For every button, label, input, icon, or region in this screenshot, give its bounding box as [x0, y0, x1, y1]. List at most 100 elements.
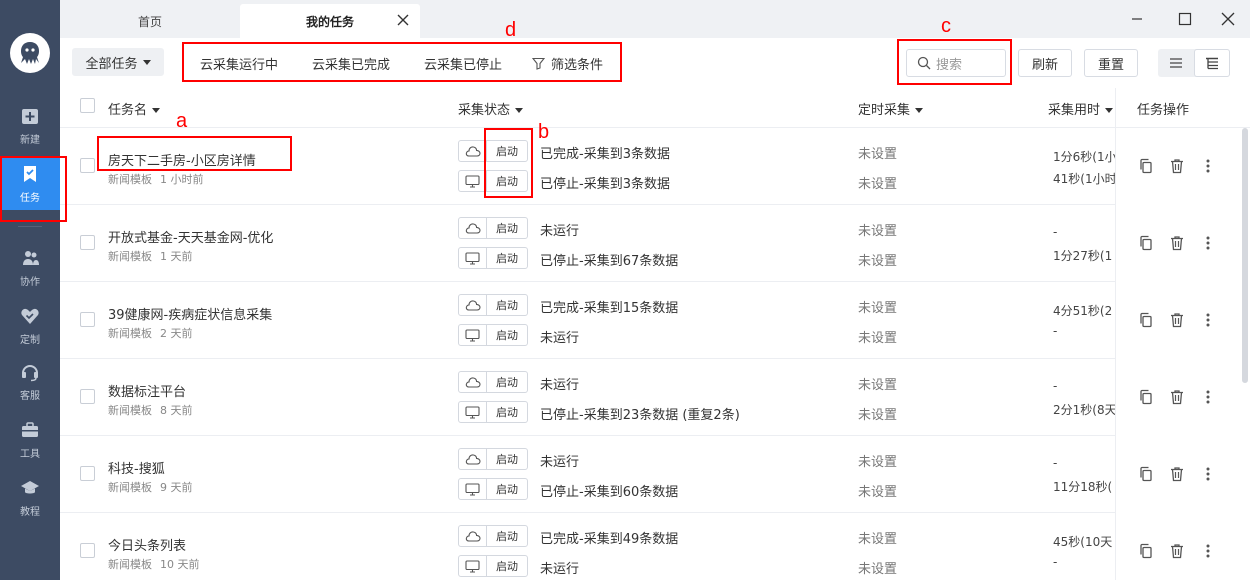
delete-task-button[interactable]: [1168, 311, 1186, 329]
header-status[interactable]: 采集状态: [458, 99, 524, 118]
cloud-start-button[interactable]: 启动: [487, 295, 527, 315]
cloud-status: 未运行: [540, 455, 580, 470]
local-duration: -: [1053, 324, 1058, 338]
copy-task-button[interactable]: [1137, 388, 1155, 406]
cloud-schedule[interactable]: 未设置: [858, 451, 897, 470]
row-checkbox[interactable]: [80, 312, 95, 327]
local-schedule[interactable]: 未设置: [858, 173, 897, 192]
minimize-button[interactable]: [1126, 8, 1148, 30]
more-vertical-icon: [1206, 544, 1210, 558]
annotation-label-d: d: [505, 19, 517, 41]
tab-home[interactable]: 首页: [110, 4, 190, 38]
vertical-scrollbar[interactable]: [1242, 128, 1248, 383]
local-schedule[interactable]: 未设置: [858, 481, 897, 500]
task-meta: 新闻模板 1 小时前: [108, 171, 204, 187]
cloud-schedule[interactable]: 未设置: [858, 297, 897, 316]
copy-task-button[interactable]: [1137, 542, 1155, 560]
cloud-schedule[interactable]: 未设置: [858, 528, 897, 547]
delete-task-button[interactable]: [1168, 234, 1186, 252]
local-schedule[interactable]: 未设置: [858, 558, 897, 577]
local-start-button[interactable]: 启动: [487, 479, 527, 499]
tab-my-tasks-label: 我的任务: [305, 14, 354, 29]
more-actions-button[interactable]: [1199, 311, 1217, 329]
more-actions-button[interactable]: [1199, 465, 1217, 483]
cloud-schedule[interactable]: 未设置: [858, 220, 897, 239]
more-actions-button[interactable]: [1199, 388, 1217, 406]
cloud-start-button[interactable]: 启动: [487, 526, 527, 546]
sidebar-item-new[interactable]: 新建: [0, 98, 60, 152]
annotation-box-c: [897, 39, 1012, 85]
task-name[interactable]: 开放式基金-天天基金网-优化: [108, 227, 273, 246]
cloud-start-button[interactable]: 启动: [487, 218, 527, 238]
close-icon[interactable]: [396, 13, 410, 27]
more-actions-button[interactable]: [1199, 542, 1217, 560]
window-close-button[interactable]: [1217, 8, 1239, 30]
copy-task-button[interactable]: [1137, 157, 1155, 175]
table-row[interactable]: 今日头条列表 新闻模板 10 天前 启动 已完成-采集到49条数据 启动 未运行 未设置 未设置…: [60, 513, 1250, 580]
local-start-button[interactable]: 启动: [487, 402, 527, 422]
trash-icon: [1171, 467, 1183, 482]
local-start-button[interactable]: 启动: [487, 248, 527, 268]
headset-icon: [19, 361, 41, 383]
cloud-schedule[interactable]: 未设置: [858, 374, 897, 393]
cloud-mode-indicator: [459, 141, 487, 161]
local-duration: 41秒(1小时: [1053, 172, 1115, 186]
row-checkbox[interactable]: [80, 389, 95, 404]
row-checkbox[interactable]: [80, 158, 95, 173]
cloud-start-button[interactable]: 启动: [487, 449, 527, 469]
table-row[interactable]: 39健康网-疾病症状信息采集 新闻模板 2 天前 启动 已完成-采集到15条数据 启动 未运…: [60, 282, 1250, 359]
local-start-button[interactable]: 启动: [487, 556, 527, 576]
delete-task-button[interactable]: [1168, 542, 1186, 560]
table-row[interactable]: 科技-搜狐 新闻模板 9 天前 启动 未运行 启动 已停止-采集到60条数据 未设置 未设置 -1…: [60, 436, 1250, 513]
delete-task-button[interactable]: [1168, 465, 1186, 483]
cloud-schedule[interactable]: 未设置: [858, 143, 897, 162]
row-checkbox[interactable]: [80, 235, 95, 250]
all-tasks-dropdown[interactable]: 全部任务: [72, 48, 164, 76]
tab-my-tasks[interactable]: 我的任务: [240, 4, 420, 38]
header-schedule[interactable]: 定时采集: [858, 99, 924, 118]
annotation-box-d: [182, 42, 622, 82]
more-actions-button[interactable]: [1199, 157, 1217, 175]
more-actions-button[interactable]: [1199, 234, 1217, 252]
delete-task-button[interactable]: [1168, 388, 1186, 406]
table-row[interactable]: 开放式基金-天天基金网-优化 新闻模板 1 天前 启动 未运行 启动 已停止-采集到67条数…: [60, 205, 1250, 282]
tab-home-label: 首页: [137, 14, 162, 29]
local-schedule[interactable]: 未设置: [858, 250, 897, 269]
task-age: 8 天前: [160, 404, 193, 417]
cloud-run-control: 启动: [458, 294, 528, 316]
local-start-button[interactable]: 启动: [487, 325, 527, 345]
task-template: 新闻模板: [108, 404, 152, 417]
local-schedule[interactable]: 未设置: [858, 404, 897, 423]
local-schedule[interactable]: 未设置: [858, 327, 897, 346]
cloud-start-button[interactable]: 启动: [487, 372, 527, 392]
reset-button[interactable]: 重置: [1084, 49, 1138, 77]
task-name[interactable]: 今日头条列表: [108, 535, 186, 554]
header-duration[interactable]: 采集用时: [1048, 99, 1114, 118]
tree-view-button[interactable]: [1194, 49, 1230, 77]
row-checkbox[interactable]: [80, 466, 95, 481]
list-view-button[interactable]: [1158, 49, 1194, 77]
row-checkbox[interactable]: [80, 543, 95, 558]
table-row[interactable]: 数据标注平台 新闻模板 8 天前 启动 未运行 启动 已停止-采集到23条数据 (重复2条)…: [60, 359, 1250, 436]
sidebar-item-service[interactable]: 客服: [0, 354, 60, 408]
sidebar-item-custom[interactable]: 定制: [0, 298, 60, 352]
annotation-label-a: a: [176, 110, 188, 132]
app-logo[interactable]: [10, 33, 50, 73]
local-status: 未运行: [540, 562, 580, 577]
copy-task-button[interactable]: [1137, 234, 1155, 252]
copy-task-button[interactable]: [1137, 465, 1155, 483]
header-name[interactable]: 任务名: [108, 99, 161, 118]
task-name[interactable]: 科技-搜狐: [108, 458, 165, 477]
select-all-checkbox[interactable]: [80, 98, 95, 113]
sidebar-item-tools[interactable]: 工具: [0, 412, 60, 466]
maximize-button[interactable]: [1174, 8, 1196, 30]
sidebar-item-collab[interactable]: 协作: [0, 240, 60, 294]
task-template: 新闻模板: [108, 481, 152, 494]
copy-task-button[interactable]: [1137, 311, 1155, 329]
delete-task-button[interactable]: [1168, 157, 1186, 175]
task-name[interactable]: 数据标注平台: [108, 381, 186, 400]
refresh-button[interactable]: 刷新: [1018, 49, 1072, 77]
sidebar-item-tutorial[interactable]: 教程: [0, 470, 60, 524]
task-name[interactable]: 39健康网-疾病症状信息采集: [108, 304, 272, 323]
cloud-icon: [465, 531, 481, 542]
